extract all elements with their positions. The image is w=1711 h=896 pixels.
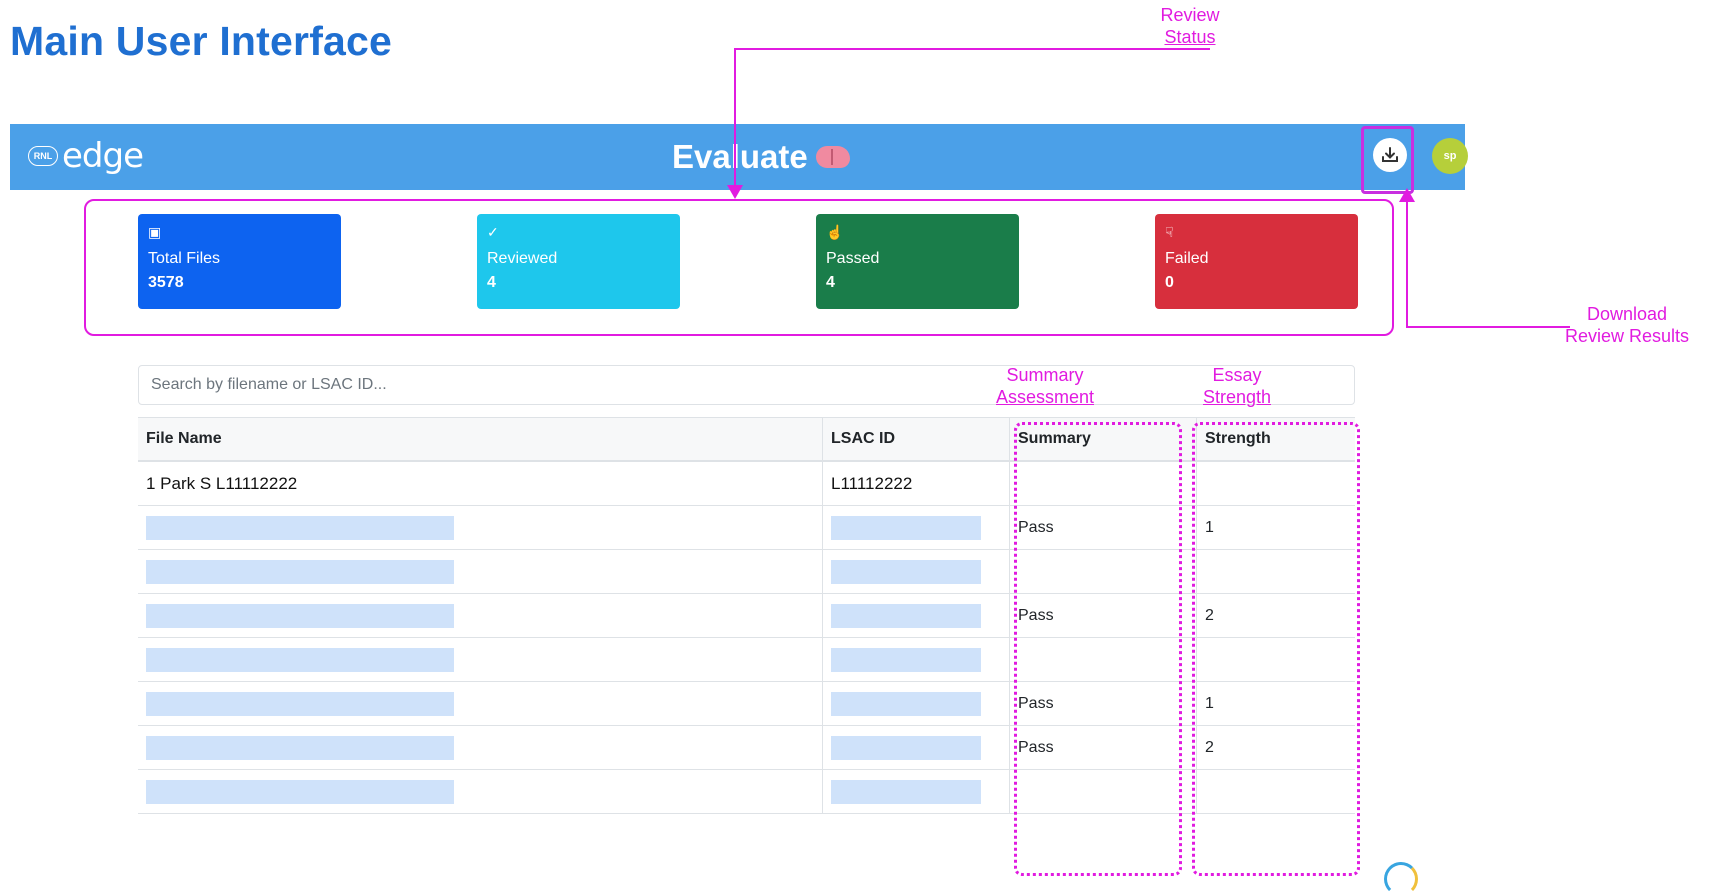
lsac-id-cell bbox=[822, 549, 1010, 594]
essay-strength-annotation: Essay Strength bbox=[1172, 364, 1302, 408]
annotation-line: Download bbox=[1586, 304, 1668, 324]
redacted-block bbox=[831, 515, 981, 540]
file-name-cell bbox=[138, 593, 823, 638]
file-name-cell bbox=[138, 505, 823, 550]
file-name-cell bbox=[138, 725, 823, 770]
download-annotation: Download Review Results bbox=[1552, 303, 1702, 347]
redacted-block bbox=[831, 735, 981, 760]
edge-logo[interactable]: RNL edge bbox=[28, 136, 144, 176]
redacted-block bbox=[831, 647, 981, 672]
file-name-cell bbox=[138, 637, 823, 682]
review-status-annotation: Review Status bbox=[1150, 4, 1230, 48]
redacted-block bbox=[146, 559, 454, 584]
review-status-connector-v bbox=[734, 48, 736, 188]
logo-text: edge bbox=[62, 136, 144, 176]
redacted-block bbox=[146, 647, 454, 672]
file-name-cell: 1 Park S L11112222 bbox=[138, 461, 823, 506]
annotation-line: Review bbox=[1160, 5, 1220, 25]
file-name-cell bbox=[138, 769, 823, 814]
top-bar: RNL edge Evaluate sp bbox=[10, 124, 1468, 190]
redacted-block bbox=[146, 735, 454, 760]
slide-title: Main User Interface bbox=[10, 18, 393, 64]
summary-annotation: Summary Assessment bbox=[980, 364, 1110, 408]
file-name-cell bbox=[138, 549, 823, 594]
redacted-block bbox=[831, 559, 981, 584]
redacted-block bbox=[146, 691, 454, 716]
review-status-highlight-box bbox=[84, 199, 1394, 336]
lsac-id-cell bbox=[822, 725, 1010, 770]
download-connector-h bbox=[1406, 326, 1570, 328]
download-connector-v bbox=[1406, 200, 1408, 328]
arrow-up-icon bbox=[1399, 188, 1415, 202]
logo-badge: RNL bbox=[28, 146, 58, 166]
corner-logo-icon bbox=[1384, 862, 1418, 896]
arrow-down-icon bbox=[727, 185, 743, 199]
column-header-file-name[interactable]: File Name bbox=[138, 417, 823, 462]
redacted-block bbox=[146, 779, 454, 804]
brain-icon bbox=[815, 146, 850, 168]
annotation-line: Assessment bbox=[995, 387, 1095, 407]
annotation-line: Review Results bbox=[1564, 326, 1690, 346]
annotation-line: Summary bbox=[1006, 365, 1084, 385]
redacted-block bbox=[831, 779, 981, 804]
lsac-id-cell bbox=[822, 681, 1010, 726]
annotation-line: Strength bbox=[1202, 387, 1272, 407]
redacted-block bbox=[831, 691, 981, 716]
redacted-block bbox=[146, 515, 454, 540]
column-header-lsac-id[interactable]: LSAC ID bbox=[822, 417, 1010, 462]
summary-highlight-box bbox=[1014, 422, 1182, 876]
lsac-id-cell bbox=[822, 769, 1010, 814]
redacted-block bbox=[146, 603, 454, 628]
redacted-block bbox=[831, 603, 981, 628]
annotation-line: Status bbox=[1164, 27, 1216, 47]
lsac-id-cell: L11112222 bbox=[822, 461, 1010, 506]
app-title-text: Evaluate bbox=[672, 138, 808, 175]
download-highlight-box bbox=[1361, 126, 1414, 194]
app-title: Evaluate bbox=[672, 138, 850, 176]
lsac-id-cell bbox=[822, 593, 1010, 638]
annotation-line: Essay bbox=[1212, 365, 1262, 385]
strength-highlight-box bbox=[1192, 422, 1360, 876]
avatar[interactable]: sp bbox=[1432, 138, 1468, 174]
lsac-id-cell bbox=[822, 505, 1010, 550]
lsac-id-cell bbox=[822, 637, 1010, 682]
review-status-connector-h bbox=[734, 48, 1210, 50]
file-name-cell bbox=[138, 681, 823, 726]
